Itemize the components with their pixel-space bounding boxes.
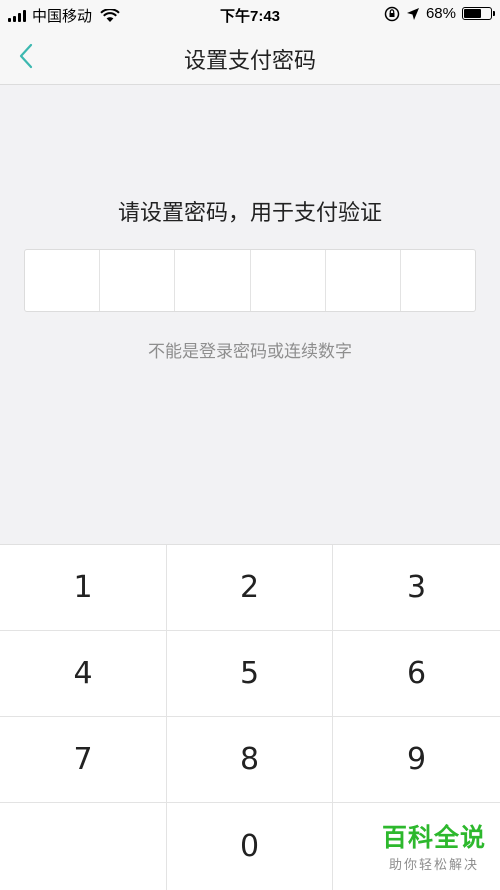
pin-input[interactable] xyxy=(24,249,476,312)
pin-digit-cell xyxy=(100,250,176,311)
pin-digit-cell xyxy=(175,250,251,311)
keypad-key-6[interactable]: 6 xyxy=(333,631,500,717)
location-arrow-icon xyxy=(406,7,419,20)
nav-bar: 设置支付密码 xyxy=(0,28,500,85)
pin-digit-cell xyxy=(401,250,475,311)
battery-percent: 68% xyxy=(425,5,456,22)
watermark-logo: 百科全说 助你轻松解决 xyxy=(382,824,486,873)
pin-digit-cell xyxy=(25,250,101,311)
password-prompt: 请设置密码，用于支付验证 xyxy=(117,200,382,225)
pin-digit-cell xyxy=(251,250,326,311)
keypad-key-1[interactable]: 1 xyxy=(0,545,167,631)
watermark-brand: 百科全说 xyxy=(381,824,486,852)
keypad-key-7[interactable]: 7 xyxy=(0,717,167,803)
pin-digit-cell xyxy=(326,250,401,311)
keypad-key-0[interactable]: 0 xyxy=(167,803,333,890)
keypad-key-8[interactable]: 8 xyxy=(167,717,333,803)
keypad-key-5[interactable]: 5 xyxy=(167,631,333,717)
page-title: 设置支付密码 xyxy=(183,48,316,73)
watermark-slogan: 助你轻松解决 xyxy=(388,857,479,872)
keypad-key-9[interactable]: 9 xyxy=(333,717,500,803)
rotation-lock-icon xyxy=(384,6,400,21)
keypad-key-2[interactable]: 2 xyxy=(167,545,333,631)
battery-icon xyxy=(462,7,495,20)
keypad-blank xyxy=(0,803,167,890)
password-hint: 不能是登录密码或连续数字 xyxy=(148,342,352,361)
battery-fill xyxy=(464,9,481,18)
status-right: 68% xyxy=(384,5,495,22)
status-bar: 中国移动 下午7:43 68% xyxy=(0,0,500,28)
keypad-key-3[interactable]: 3 xyxy=(333,545,500,631)
keypad-key-4[interactable]: 4 xyxy=(0,631,167,717)
